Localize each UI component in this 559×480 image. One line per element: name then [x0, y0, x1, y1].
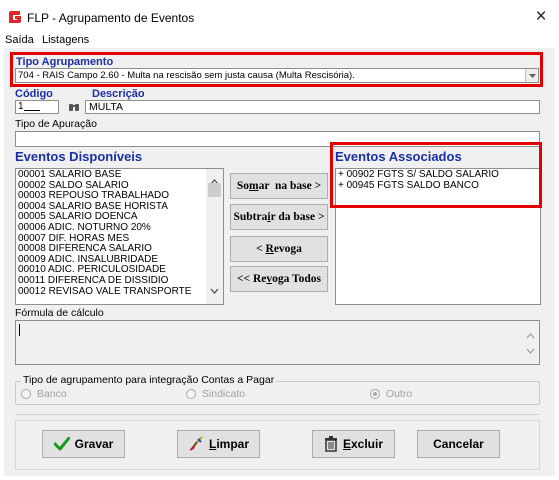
excluir-label: Excluir — [342, 437, 384, 451]
limpar-label: Limpar — [208, 437, 250, 451]
menu-item-saida[interactable]: Saída — [5, 34, 34, 46]
somar-na-base-button[interactable]: So m ar na base > — [230, 173, 328, 199]
cancelar-label: Cancelar — [433, 437, 484, 451]
revoga-todos-button[interactable]: << Re v oga Todos — [230, 266, 328, 292]
descricao-label: Descrição — [92, 88, 145, 100]
window-title: FLP - Agrupamento de Eventos — [27, 11, 195, 25]
radio-outro[interactable]: Outro — [370, 388, 412, 400]
limpar-button[interactable]: Limpar — [177, 430, 260, 458]
gravar-button[interactable]: Gravar — [42, 430, 125, 458]
list-item[interactable]: 00012 REVISAO VALE TRANSPORTE — [16, 286, 223, 298]
trash-icon — [324, 436, 337, 452]
list-item[interactable]: 00001 SALARIO BASE — [16, 169, 223, 181]
formula-field[interactable] — [15, 320, 540, 365]
revoga-button[interactable]: < Revoga — [230, 236, 328, 262]
bottom-divider — [15, 414, 540, 415]
scroll-down-arrow-icon[interactable] — [526, 341, 535, 359]
close-button[interactable]: × — [530, 5, 552, 29]
excluir-button[interactable]: Excluir — [312, 430, 395, 458]
eventos-disponiveis-list[interactable]: 00001 SALARIO BASE 00002 SALDO SALARIO 000… — [15, 168, 224, 305]
scroll-thumb[interactable] — [208, 183, 221, 197]
eventos-disponiveis-scrollbar[interactable] — [206, 169, 223, 304]
cancelar-button[interactable]: Cancelar — [417, 430, 500, 458]
highlight-tipo-agrupamento — [10, 52, 543, 87]
app-logo-icon — [8, 10, 22, 29]
broom-icon — [188, 436, 203, 451]
list-item[interactable]: 00011 DIFERENCA DE DISSIDIO — [16, 275, 223, 287]
subtrair-da-base-button[interactable]: Subtra i r da base > — [230, 204, 328, 230]
text-cursor — [19, 324, 20, 336]
scroll-down-arrow-icon[interactable] — [210, 281, 219, 299]
binoculars-icon[interactable] — [66, 100, 82, 114]
eventos-disponiveis-label: Eventos Disponíveis — [15, 149, 143, 164]
radio-outro-circle[interactable] — [370, 389, 380, 400]
radio-sindicato[interactable]: Sindicato — [186, 388, 245, 400]
checkmark-icon — [53, 437, 70, 451]
list-item[interactable]: 00006 ADIC. NOTURNO 20% — [16, 222, 223, 234]
descricao-field[interactable]: MULTA — [85, 100, 540, 114]
radio-sindicato-circle[interactable] — [186, 389, 196, 400]
gravar-label: Gravar — [74, 437, 114, 451]
formula-scrollbar[interactable] — [523, 321, 539, 364]
highlight-eventos-associados — [330, 142, 542, 208]
codigo-field[interactable]: 1 — [15, 100, 59, 114]
tipo-apuracao-label: Tipo de Apuração — [15, 118, 97, 130]
radio-banco[interactable]: Banco — [21, 388, 67, 400]
codigo-label: Código — [15, 88, 53, 100]
menu-item-listagens[interactable]: Listagens — [42, 34, 89, 46]
radio-banco-circle[interactable] — [21, 389, 31, 400]
integracao-legend: Tipo de agrupamento para integração Cont… — [21, 374, 277, 386]
formula-label: Fórmula de cálculo — [15, 307, 104, 319]
